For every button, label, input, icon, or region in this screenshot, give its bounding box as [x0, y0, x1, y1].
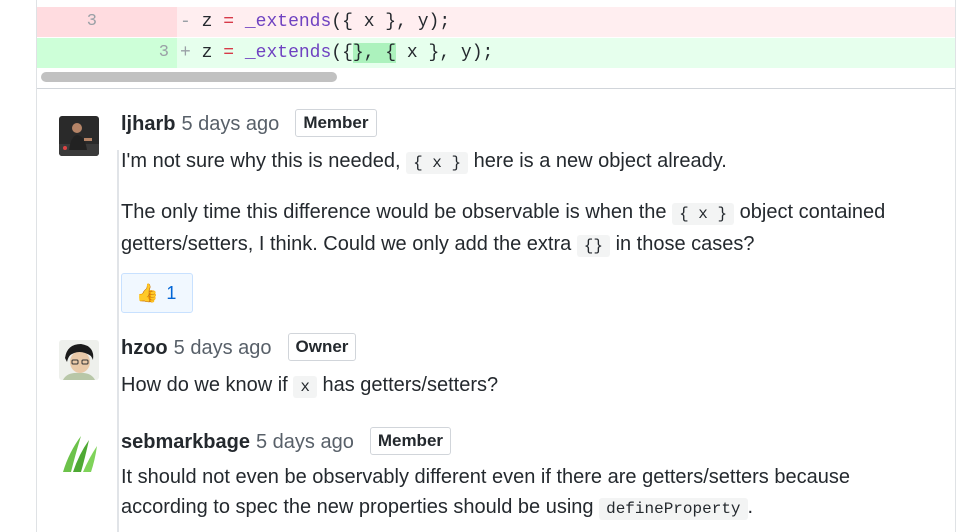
thumbs-up-icon: 👍 [136, 283, 159, 303]
horizontal-scrollbar[interactable] [41, 72, 337, 82]
author-name[interactable]: hzoo [121, 337, 168, 359]
timeline-connector [117, 150, 119, 532]
reaction-count: 1 [166, 283, 177, 303]
timestamp[interactable]: 5 days ago [256, 431, 354, 453]
inline-code: {} [576, 235, 610, 257]
comment-body: How do we know if x has getters/setters? [121, 374, 499, 398]
diff-sign: + [180, 43, 191, 63]
diff-code: + z = _extends({}, { x }, y); [180, 43, 494, 63]
diff-code: - z = _extends({ x }, y); [180, 12, 451, 32]
diff-change-highlight: }, { [352, 43, 397, 63]
inline-code: defineProperty [599, 498, 748, 520]
role-badge: Member [295, 108, 377, 137]
comment-header: hzoo 5 days ago Owner [121, 332, 357, 363]
diff-line-added: 3 + z = _extends({}, { x }, y); [37, 38, 955, 68]
pull-request-review-thread: 3 - z = _extends({ x }, y); 3 + z = _ext… [36, 0, 956, 532]
timestamp[interactable]: 5 days ago [181, 113, 279, 135]
avatar[interactable] [59, 340, 99, 380]
inline-code: x [293, 376, 317, 398]
comment-header: sebmarkbage 5 days ago Member [121, 426, 452, 457]
role-badge: Member [369, 426, 452, 455]
inline-code: { x } [406, 152, 469, 174]
inline-code: { x } [672, 203, 735, 225]
diff-line-deleted: 3 - z = _extends({ x }, y); [37, 7, 955, 37]
comment-body: The only time this difference would be o… [121, 201, 886, 257]
new-line-number[interactable]: 3 [109, 38, 169, 68]
comment-body: It should not even be observably differe… [121, 466, 850, 520]
comment-body: I'm not sure why this is needed, { x } h… [121, 150, 727, 174]
author-name[interactable]: sebmarkbage [121, 431, 250, 453]
role-badge: Owner [287, 332, 357, 361]
old-line-number[interactable]: 3 [37, 7, 97, 37]
thumbs-up-reaction[interactable]: 👍 1 [121, 273, 193, 313]
author-name[interactable]: ljharb [121, 113, 175, 135]
timestamp[interactable]: 5 days ago [174, 337, 272, 359]
diff-snippet: 3 - z = _extends({ x }, y); 3 + z = _ext… [37, 0, 955, 89]
avatar[interactable] [59, 432, 99, 472]
avatar[interactable] [59, 116, 99, 156]
comment-header: ljharb 5 days ago Member [121, 108, 377, 139]
diff-sign: - [180, 12, 191, 32]
